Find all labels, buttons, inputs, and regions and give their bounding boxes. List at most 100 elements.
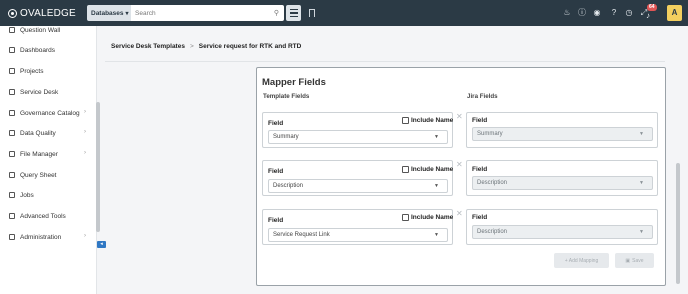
avatar[interactable]: A bbox=[667, 5, 682, 21]
governance-icon bbox=[9, 110, 15, 116]
projects-icon bbox=[9, 68, 15, 74]
remove-mapping-icon[interactable]: ✕ bbox=[456, 160, 463, 169]
dashboard-icon bbox=[9, 47, 15, 53]
jira-field-value: Description bbox=[477, 229, 508, 235]
data-quality-icon bbox=[9, 130, 15, 136]
sidebar-item-jobs[interactable]: Jobs bbox=[0, 186, 93, 204]
menu-button[interactable] bbox=[286, 5, 301, 21]
field-label: Field bbox=[268, 217, 284, 224]
database-select[interactable]: Databases ▾ bbox=[87, 5, 131, 21]
include-name-checkbox[interactable] bbox=[402, 166, 409, 173]
caret-down-icon: ▼ bbox=[434, 232, 439, 238]
mapper-title: Mapper Fields bbox=[262, 77, 326, 88]
collapse-sidebar-button[interactable]: ◂ bbox=[97, 241, 106, 248]
include-name-label: Include Name bbox=[411, 117, 454, 124]
include-name-checkbox[interactable] bbox=[402, 214, 409, 221]
bell-icon[interactable]: ♪ bbox=[643, 11, 653, 21]
top-bar: OVALEDGE Databases ▾ ⚲ ♨ ⓘ ◉ ? ◷ ⤢ ♪ 64 … bbox=[0, 0, 688, 26]
jira-field-value: Summary bbox=[477, 131, 503, 137]
search-icon[interactable]: ⚲ bbox=[274, 9, 279, 17]
sidebar-item-label: Projects bbox=[20, 67, 44, 75]
jira-field-select[interactable]: Description ▼ bbox=[472, 225, 653, 239]
template-field-value: Description bbox=[273, 183, 304, 189]
service-desk-icon bbox=[9, 89, 15, 95]
help-icon[interactable]: ? bbox=[609, 8, 619, 18]
sidebar-item-label: Governance Catalog bbox=[20, 109, 80, 117]
sidebar-item-label: Data Quality bbox=[20, 129, 56, 137]
jira-field-select[interactable]: Description ▼ bbox=[472, 176, 653, 190]
template-field-select[interactable]: Description ▼ bbox=[268, 179, 448, 193]
question-wall-icon bbox=[9, 27, 15, 33]
jira-field-label: Field bbox=[472, 214, 488, 221]
main-scrollbar[interactable] bbox=[676, 163, 680, 284]
chevron-right-icon: › bbox=[84, 233, 86, 239]
template-field-select[interactable]: Service Request Link ▼ bbox=[268, 228, 448, 242]
app-logo[interactable]: OVALEDGE bbox=[8, 8, 76, 19]
jira-field-label: Field bbox=[472, 166, 488, 173]
remove-mapping-icon[interactable]: ✕ bbox=[456, 112, 463, 121]
field-label: Field bbox=[268, 120, 284, 127]
sidebar-item-label: Dashboards bbox=[20, 46, 56, 54]
database-select-label: Databases bbox=[91, 9, 124, 17]
file-manager-icon bbox=[9, 151, 15, 157]
sidebar-item-label: Jobs bbox=[20, 191, 34, 199]
add-mapping-button[interactable]: + Add Mapping bbox=[554, 253, 609, 268]
sync-icon[interactable]: ◉ bbox=[592, 8, 602, 18]
sidebar-item-projects[interactable]: Projects bbox=[0, 62, 93, 80]
include-name-checkbox[interactable] bbox=[402, 117, 409, 124]
save-icon: ▣ bbox=[625, 257, 631, 264]
include-name-label: Include Name bbox=[411, 166, 454, 173]
chevron-right-icon: › bbox=[84, 109, 86, 115]
save-label: Save bbox=[632, 257, 644, 264]
sidebar-item-data-quality[interactable]: Data Quality › bbox=[0, 124, 93, 142]
divider bbox=[105, 61, 665, 62]
sidebar-item-question-wall[interactable]: Question Wall bbox=[0, 21, 93, 39]
jira-field-value: Description bbox=[477, 180, 508, 186]
info-icon[interactable]: ⓘ bbox=[577, 8, 587, 18]
logo-mark-icon bbox=[8, 9, 17, 18]
bookmark-icon[interactable] bbox=[309, 9, 315, 17]
clock-icon[interactable]: ◷ bbox=[624, 8, 634, 18]
search-box: ⚲ bbox=[131, 5, 284, 21]
breadcrumb: Service Desk Templates > Service request… bbox=[111, 43, 301, 50]
field-label: Field bbox=[268, 168, 284, 175]
sidebar-item-query-sheet[interactable]: Query Sheet bbox=[0, 166, 93, 184]
remove-mapping-icon[interactable]: ✕ bbox=[456, 209, 463, 218]
template-field-value: Summary bbox=[273, 134, 299, 140]
sidebar-item-dashboards[interactable]: Dashboards bbox=[0, 41, 93, 59]
template-field-value: Service Request Link bbox=[273, 232, 330, 238]
include-name-label: Include Name bbox=[411, 214, 454, 221]
sidebar-item-label: Advanced Tools bbox=[20, 212, 66, 220]
sidebar-item-label: File Manager bbox=[20, 150, 58, 158]
search-input[interactable] bbox=[135, 9, 265, 17]
jira-field-select[interactable]: Summary ▼ bbox=[472, 127, 653, 141]
save-button[interactable]: ▣ Save bbox=[615, 253, 654, 268]
sidebar-item-service-desk[interactable]: Service Desk bbox=[0, 83, 93, 101]
caret-down-icon: ▼ bbox=[639, 131, 644, 137]
caret-down-icon: ▼ bbox=[639, 229, 644, 235]
sidebar-scrollbar[interactable] bbox=[96, 102, 100, 232]
jobs-icon bbox=[9, 192, 15, 198]
sidebar-item-governance-catalog[interactable]: Governance Catalog › bbox=[0, 104, 93, 122]
add-mapping-label: + Add Mapping bbox=[564, 257, 599, 264]
breadcrumb-parent-link[interactable]: Service Desk Templates bbox=[111, 43, 185, 50]
menu-line bbox=[289, 12, 298, 14]
sidebar-item-label: Service Desk bbox=[20, 88, 59, 96]
sidebar-item-label: Administration bbox=[20, 233, 62, 241]
breadcrumb-current: Service request for RTK and RTD bbox=[198, 43, 302, 50]
sidebar-item-advanced-tools[interactable]: Advanced Tools bbox=[0, 207, 93, 225]
rocket-icon[interactable]: ♨ bbox=[562, 8, 572, 18]
chevron-down-icon: ▾ bbox=[125, 10, 129, 17]
template-field-select[interactable]: Summary ▼ bbox=[268, 130, 448, 144]
notification-badge: 64 bbox=[647, 4, 657, 11]
sidebar-item-label: Question Wall bbox=[20, 26, 61, 34]
advanced-tools-icon bbox=[9, 213, 15, 219]
administration-icon bbox=[9, 234, 15, 240]
chevron-right-icon: › bbox=[84, 129, 86, 135]
sidebar-item-administration[interactable]: Administration › bbox=[0, 228, 93, 246]
logo-text: OVALEDGE bbox=[20, 8, 76, 19]
menu-line bbox=[289, 9, 298, 11]
sidebar-item-file-manager[interactable]: File Manager › bbox=[0, 145, 93, 163]
caret-down-icon: ▼ bbox=[434, 134, 439, 140]
chevron-right-icon: › bbox=[84, 150, 86, 156]
